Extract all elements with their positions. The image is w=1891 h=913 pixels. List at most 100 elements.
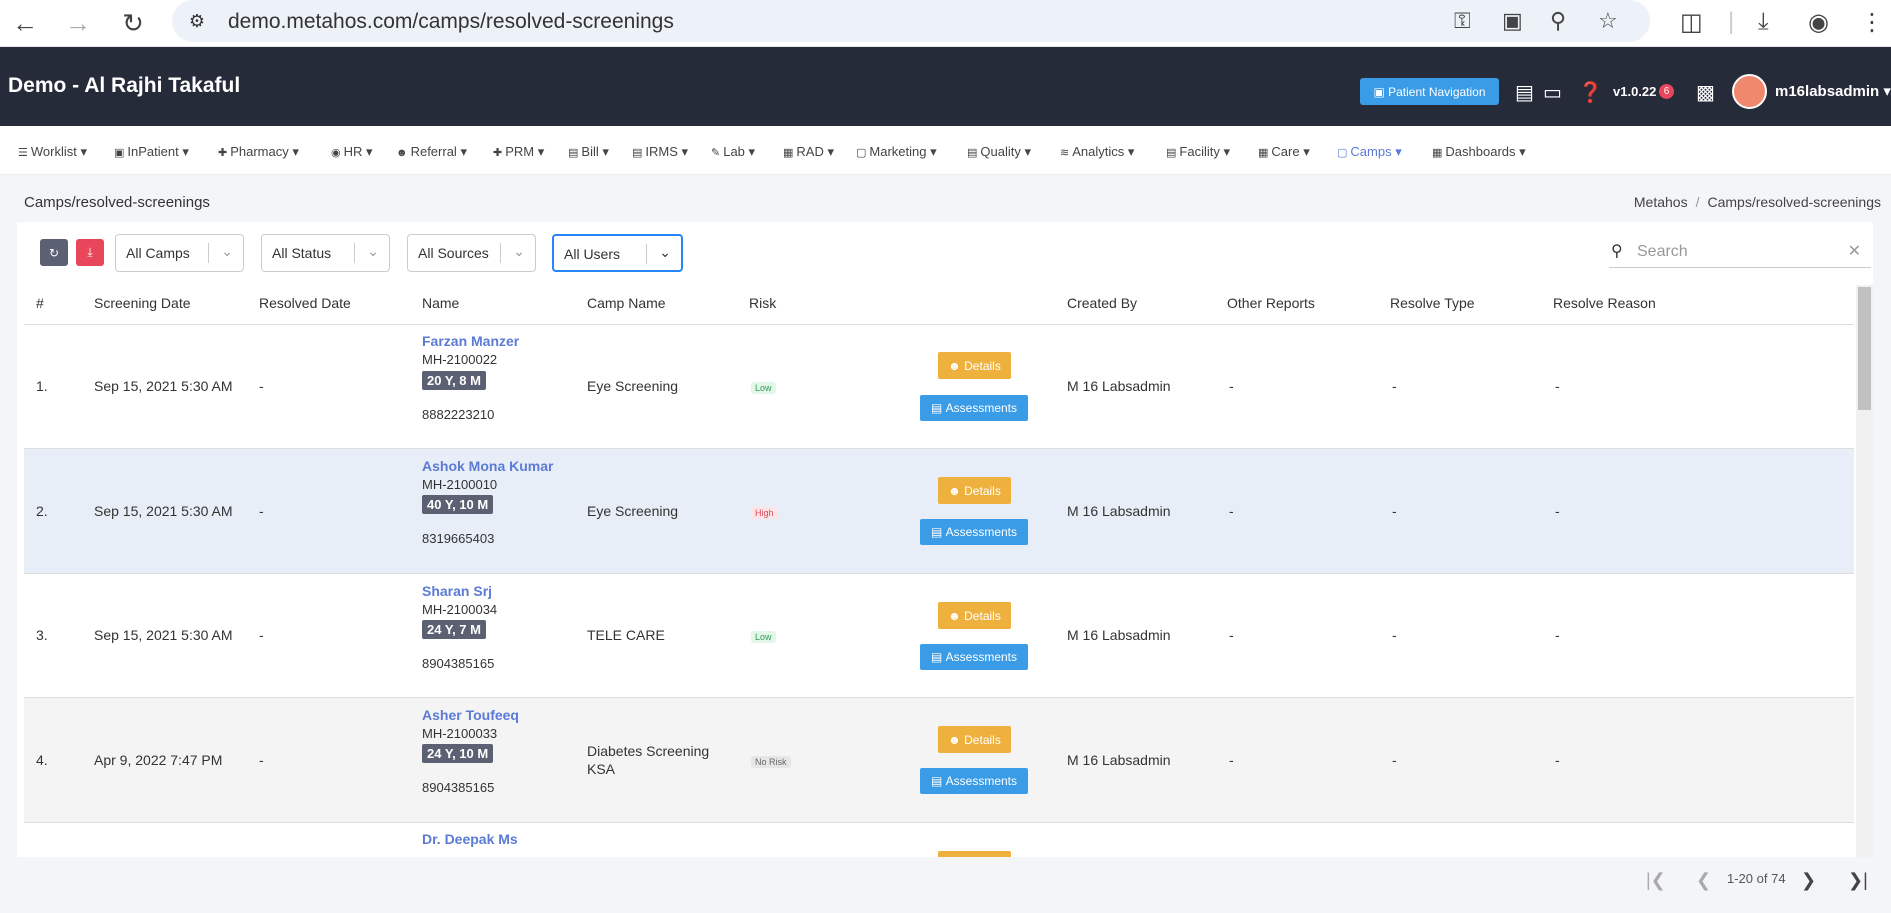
menu-bill[interactable]: ▤ Bill ▾ bbox=[568, 144, 609, 160]
menu-worklist[interactable]: ☰ Worklist ▾ bbox=[18, 144, 87, 160]
col-header[interactable]: Name bbox=[422, 295, 459, 311]
user-menu[interactable]: m16labsadmin ▾ bbox=[1775, 82, 1891, 100]
help-icon[interactable]: ❓ bbox=[1578, 80, 1603, 105]
download-icon[interactable]: ⤓ bbox=[1758, 8, 1769, 36]
menu-prm[interactable]: ✚ PRM ▾ bbox=[493, 144, 544, 160]
search-icon: ⚲ bbox=[1611, 243, 1623, 260]
menu-rad[interactable]: ▦ RAD ▾ bbox=[783, 144, 834, 160]
clipboard-icon: ▤ bbox=[967, 147, 978, 159]
patient-mrn: MH-2100034 bbox=[422, 602, 498, 617]
col-header[interactable]: Resolve Reason bbox=[1553, 295, 1656, 311]
first-page-icon[interactable]: |❮ bbox=[1646, 870, 1666, 891]
url-text[interactable]: demo.metahos.com/camps/resolved-screenin… bbox=[228, 10, 674, 34]
menu-quality[interactable]: ▤ Quality ▾ bbox=[967, 144, 1031, 160]
col-header: # bbox=[36, 295, 44, 311]
col-header[interactable]: Risk bbox=[749, 295, 776, 311]
assessments-button[interactable]: ▤ Assessments bbox=[920, 395, 1028, 421]
details-button[interactable]: ☻ Details bbox=[938, 602, 1011, 629]
back-arrow-icon[interactable]: ← bbox=[5, 6, 45, 40]
table-row: 2. Sep 15, 2021 5:30 AM - Ashok Mona Kum… bbox=[24, 449, 1854, 574]
patient-name-link[interactable]: Sharan Srj bbox=[422, 583, 492, 599]
prev-page-icon[interactable]: ❮ bbox=[1696, 870, 1711, 891]
menu-label: HR bbox=[343, 144, 363, 159]
menu-camps[interactable]: ▢ Camps ▾ bbox=[1337, 144, 1402, 160]
chat-icon[interactable]: ▩ bbox=[1696, 80, 1715, 105]
notification-badge[interactable]: 6 bbox=[1659, 84, 1674, 99]
assessments-button[interactable]: ▤ Assessments bbox=[920, 519, 1028, 545]
last-page-icon[interactable]: ❯| bbox=[1848, 870, 1868, 891]
address-bar[interactable]: ⚙ demo.metahos.com/camps/resolved-screen… bbox=[172, 0, 1650, 42]
menu-label: Quality bbox=[980, 144, 1021, 159]
menu-irms[interactable]: ▤ IRMS ▾ bbox=[632, 144, 688, 160]
camp-icon: ▢ bbox=[1337, 147, 1348, 159]
patient-name-link[interactable]: Farzan Manzer bbox=[422, 333, 519, 349]
details-button[interactable]: ☻ Details bbox=[938, 352, 1011, 379]
clear-icon[interactable]: ✕ bbox=[1848, 241, 1861, 261]
menu-label: Bill bbox=[581, 144, 599, 159]
pagination-bar bbox=[17, 857, 1873, 908]
scrollbar-thumb[interactable] bbox=[1858, 287, 1871, 410]
status-filter[interactable]: All Status ⌄ bbox=[261, 234, 390, 272]
menu-inpatient[interactable]: ▣ InPatient ▾ bbox=[114, 144, 189, 160]
menu-hr[interactable]: ◉ HR ▾ bbox=[331, 144, 373, 160]
key-icon[interactable]: ⚿ bbox=[1454, 8, 1471, 34]
col-header[interactable]: Camp Name bbox=[587, 295, 666, 311]
sources-filter-value: All Sources bbox=[418, 245, 489, 261]
export-button[interactable]: ⤓ bbox=[76, 239, 104, 266]
camps-filter[interactable]: All Camps ⌄ bbox=[115, 234, 244, 272]
patient-age-badge: 20 Y, 8 M bbox=[422, 371, 486, 390]
next-page-icon[interactable]: ❯ bbox=[1801, 870, 1816, 891]
details-button[interactable]: ☻ Details bbox=[938, 477, 1011, 504]
resolve-reason: - bbox=[1555, 752, 1560, 768]
patient-mrn: MH-2100033 bbox=[422, 726, 498, 741]
patient-name-link[interactable]: Asher Toufeeq bbox=[422, 707, 519, 723]
risk-badge: High bbox=[751, 507, 778, 519]
details-button[interactable]: ☻ Details bbox=[938, 726, 1011, 753]
assessments-label: Assessments bbox=[945, 525, 1018, 539]
menu-marketing[interactable]: ▢ Marketing ▾ bbox=[856, 144, 937, 160]
wallet-icon[interactable]: ▭ bbox=[1543, 80, 1562, 105]
divider-icon: | bbox=[1728, 8, 1735, 35]
building-icon: ▤ bbox=[1166, 147, 1177, 159]
col-header[interactable]: Resolved Date bbox=[259, 295, 351, 311]
avatar[interactable] bbox=[1732, 74, 1767, 109]
screening-date: Sep 15, 2021 5:30 AM bbox=[94, 503, 233, 519]
menu-referral[interactable]: ☻ Referral ▾ bbox=[396, 144, 467, 160]
browser-menu-icon[interactable]: ⋮ bbox=[1860, 8, 1884, 37]
users-filter[interactable]: All Users ⌄ bbox=[552, 234, 683, 272]
refresh-button[interactable]: ↻ bbox=[40, 239, 68, 266]
reload-icon[interactable]: ↻ bbox=[113, 6, 153, 40]
menu-lab[interactable]: ✎ Lab ▾ bbox=[711, 144, 755, 160]
menu-care[interactable]: ▦ Care ▾ bbox=[1258, 144, 1310, 160]
bookmark-star-icon[interactable]: ☆ bbox=[1598, 8, 1618, 34]
profile-avatar-icon[interactable]: ◉ bbox=[1808, 8, 1829, 37]
menu-label: Camps bbox=[1350, 144, 1392, 159]
menu-facility[interactable]: ▤ Facility ▾ bbox=[1166, 144, 1230, 160]
site-settings-icon[interactable]: ⚙ bbox=[184, 8, 210, 34]
search-input[interactable]: ⚲ Search ✕ bbox=[1609, 236, 1871, 268]
forward-arrow-icon[interactable]: → bbox=[58, 6, 98, 40]
menu-dashboards[interactable]: ▦ Dashboards ▾ bbox=[1432, 144, 1526, 160]
menu-pharmacy[interactable]: ✚ Pharmacy ▾ bbox=[218, 144, 299, 160]
col-header[interactable]: Resolve Type bbox=[1390, 295, 1475, 311]
patient-name-link[interactable]: Dr. Deepak Ms bbox=[422, 831, 518, 847]
extensions-icon[interactable]: ◫ bbox=[1680, 8, 1703, 37]
assessments-button[interactable]: ▤ Assessments bbox=[920, 768, 1028, 794]
col-header[interactable]: Screening Date bbox=[94, 295, 191, 311]
patient-name-link[interactable]: Ashok Mona Kumar bbox=[422, 458, 553, 474]
menu-analytics[interactable]: ≋ Analytics ▾ bbox=[1060, 144, 1134, 160]
install-app-icon[interactable]: ▣ bbox=[1502, 8, 1523, 34]
analytics-icon: ≋ bbox=[1060, 147, 1070, 159]
menu-label: Lab bbox=[723, 144, 745, 159]
col-header[interactable]: Created By bbox=[1067, 295, 1137, 311]
row-number: 2. bbox=[36, 503, 48, 519]
patient-navigation-button[interactable]: ▣ Patient Navigation bbox=[1360, 78, 1499, 105]
sources-filter[interactable]: All Sources ⌄ bbox=[407, 234, 536, 272]
menu-label: Facility bbox=[1179, 144, 1220, 159]
zoom-icon[interactable]: ⚲ bbox=[1550, 8, 1566, 34]
table-row: Dr. Deepak Ms bbox=[24, 823, 1854, 857]
breadcrumb-root[interactable]: Metahos bbox=[1634, 194, 1688, 210]
assessments-button[interactable]: ▤ Assessments bbox=[920, 644, 1028, 670]
created-by: M 16 Labsadmin bbox=[1067, 752, 1171, 768]
document-icon[interactable]: ▤ bbox=[1515, 80, 1534, 105]
